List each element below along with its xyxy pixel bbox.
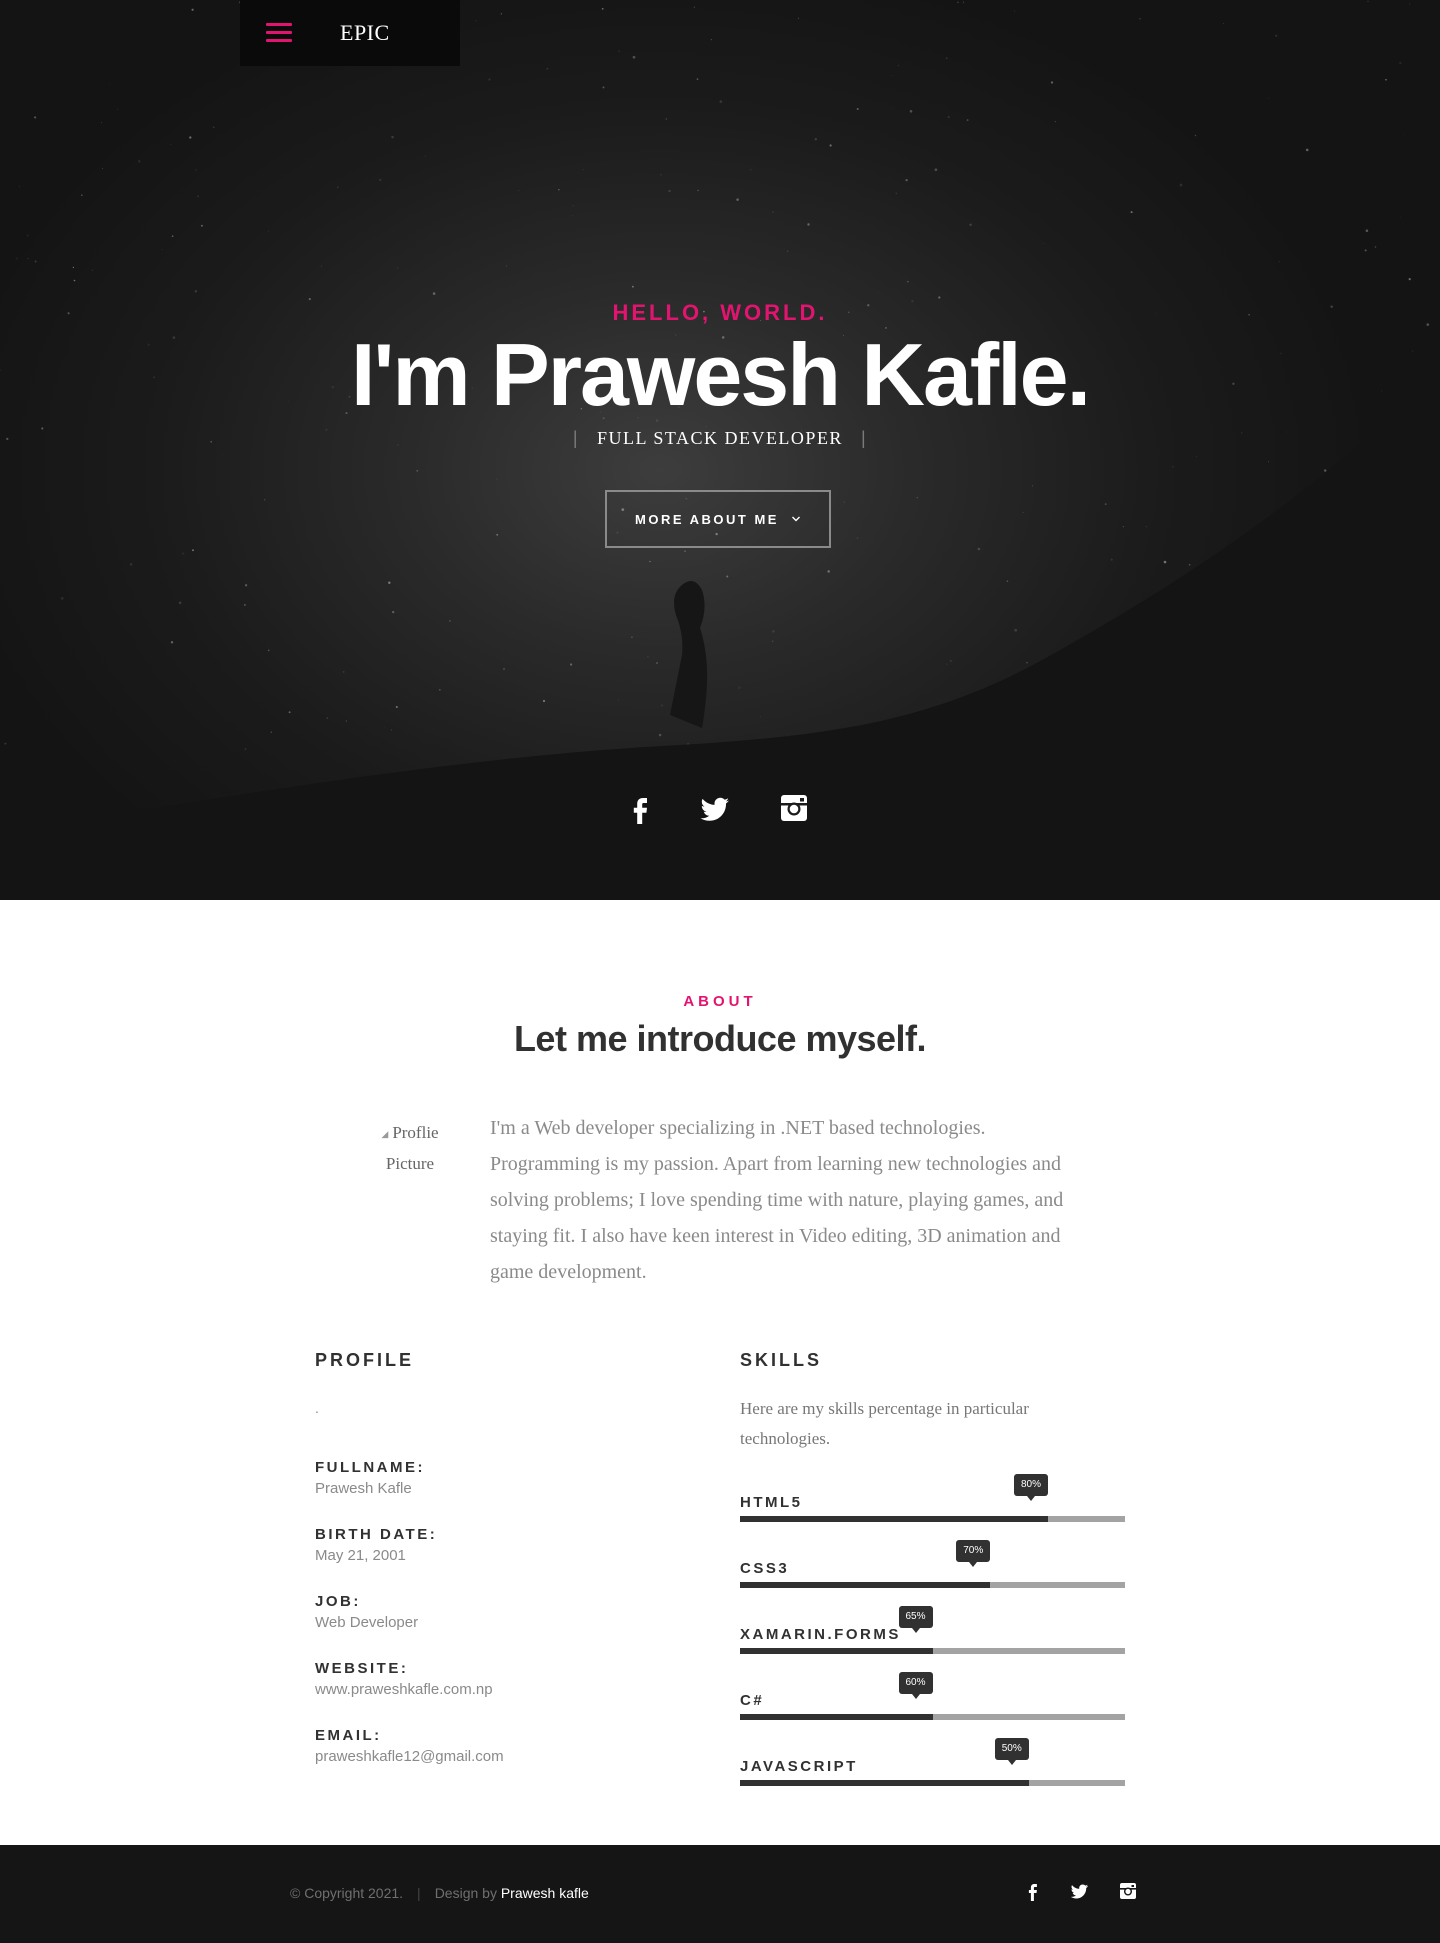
about-text: I'm a Web developer specializing in .NET… (490, 1117, 1064, 1283)
skill-name: CSS3 (740, 1560, 790, 1577)
chevron-down-icon (791, 516, 800, 522)
about-title: Let me introduce myself. (513, 1018, 927, 1059)
broken-image-icon: ◢ (381, 1129, 389, 1140)
facebook-icon[interactable] (623, 790, 659, 826)
copyright-text: © Copyright 2021. (290, 1885, 404, 1901)
author-link[interactable]: Prawesh kafle (501, 1885, 589, 1901)
skill-track (740, 1582, 1125, 1588)
hero-role: | FULL STACK DEVELOPER | (0, 428, 1440, 449)
profile-value: Prawesh Kafle (315, 1480, 412, 1497)
skill-percent-tooltip: 65% (898, 1606, 933, 1633)
about-kicker: ABOUT (683, 993, 757, 1010)
skill-fill (740, 1582, 991, 1588)
role-divider-left: | (572, 428, 580, 448)
profile-item-email: EMAIL: praweshkafle12@gmail.com (315, 1727, 504, 1765)
design-by-text: Design by (434, 1885, 497, 1901)
profile-intro: . (315, 1400, 319, 1416)
hero-role-text: FULL STACK DEVELOPER (597, 428, 843, 448)
profile-label: EMAIL: (315, 1727, 382, 1744)
skill-percent-tooltip: 50% (994, 1738, 1029, 1765)
profile-heading: PROFILE (315, 1350, 415, 1370)
hero-name: I'm Prawesh Kafle. (350, 325, 1091, 424)
twitter-icon[interactable] (1068, 1880, 1090, 1902)
skill-name: C# (740, 1692, 765, 1709)
role-divider-right: | (860, 428, 868, 448)
twitter-icon[interactable] (697, 790, 733, 826)
footer-divider: | (417, 1885, 421, 1901)
skill-fill (740, 1780, 1029, 1786)
instagram-icon[interactable] (1117, 1880, 1139, 1902)
skill-fill (740, 1516, 1048, 1522)
skill-fill (740, 1648, 933, 1654)
profile-item-fullname: FULLNAME: Prawesh Kafle (315, 1459, 425, 1497)
profile-label: JOB: (315, 1593, 361, 1610)
site-footer: © Copyright 2021. | Design by Prawesh kafl… (0, 1845, 1440, 1943)
profile-picture-alt: Proflie Picture (385, 1123, 439, 1174)
skill-javascript: JAVASCRIPT 50% (740, 1738, 1125, 1790)
profile-item-website: WEBSITE: www.praweshkafle.com.np (315, 1660, 493, 1698)
footer-copyright: © Copyright 2021. | Design by Prawesh kafl… (290, 1885, 589, 1901)
top-nav-bar: EPIC (240, 0, 460, 66)
profile-item-birthdate: BIRTH DATE: May 21, 2001 (315, 1526, 437, 1564)
skill-html5: HTML5 80% (740, 1474, 1125, 1526)
hill-silhouette (0, 370, 1440, 900)
skill-name: HTML5 (740, 1494, 803, 1511)
more-about-me-button[interactable]: MORE ABOUT ME (605, 490, 831, 548)
skills-intro: Here are my skills percentage in particu… (740, 1399, 1029, 1448)
skill-track (740, 1516, 1125, 1522)
profile-label: BIRTH DATE: (315, 1526, 438, 1543)
profile-value[interactable]: www.praweshkafle.com.np (315, 1681, 493, 1698)
skill-track (740, 1780, 1125, 1786)
site-logo[interactable]: EPIC (340, 20, 390, 46)
skill-name: JAVASCRIPT (740, 1758, 858, 1775)
skill-percent-tooltip: 60% (898, 1672, 933, 1699)
skill-xamarin-forms: XAMARIN.FORMS 65% (740, 1606, 1125, 1658)
facebook-icon[interactable] (1022, 1880, 1044, 1902)
hero-social-links (0, 790, 1440, 830)
skill-name: XAMARIN.FORMS (740, 1626, 901, 1643)
skill-track (740, 1714, 1125, 1720)
instagram-icon[interactable] (776, 790, 812, 826)
hamburger-menu-icon[interactable] (266, 23, 292, 43)
skill-fill (740, 1714, 933, 1720)
profile-value: Web Developer (315, 1614, 419, 1631)
skill-css3: CSS3 70% (740, 1540, 1125, 1592)
profile-value: May 21, 2001 (315, 1547, 406, 1564)
skill-percent-tooltip: 70% (956, 1540, 991, 1567)
hero-section: EPIC HELLO, WORLD. I'm Prawesh Kafle. | F… (0, 0, 1440, 900)
profile-picture: ◢ Proflie Picture (360, 1118, 460, 1188)
profile-value[interactable]: praweshkafle12@gmail.com (315, 1748, 504, 1765)
skill-csharp: C# 60% (740, 1672, 1125, 1724)
skills-heading: SKILLS (740, 1350, 823, 1370)
skill-track (740, 1648, 1125, 1654)
profile-item-job: JOB: Web Developer (315, 1593, 418, 1631)
profile-label: FULLNAME: (315, 1459, 425, 1476)
profile-label: WEBSITE: (315, 1660, 409, 1677)
skill-percent-tooltip: 80% (1014, 1474, 1048, 1501)
more-about-me-label: MORE ABOUT ME (635, 511, 779, 527)
